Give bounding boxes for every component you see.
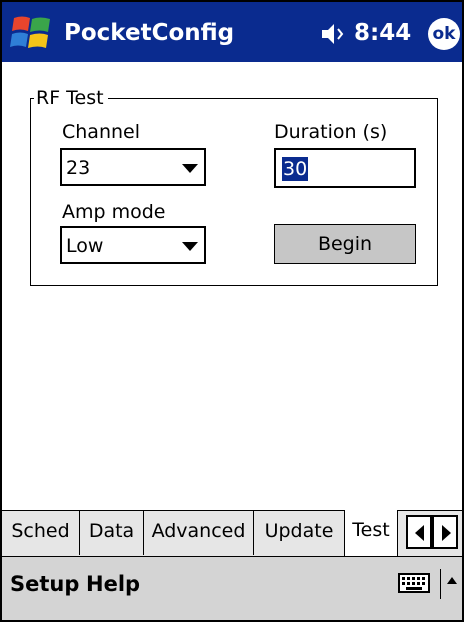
groupbox-title: RF Test [34,86,108,110]
tab-scroll-right-button[interactable] [432,515,458,549]
input-panel-toggle[interactable] [440,569,461,599]
clock-time[interactable]: 8:44 [354,20,411,46]
begin-button[interactable]: Begin [274,224,416,264]
tab-bar: Sched Data Advanced Update Test [0,510,464,556]
tab-scroll-left-button[interactable] [406,515,432,549]
duration-label: Duration (s) [274,121,388,143]
amp-mode-label: Amp mode [62,201,166,223]
speaker-icon[interactable] [320,22,346,46]
chevron-down-icon [182,164,198,173]
ok-button[interactable]: ok [428,18,460,50]
triangle-right-icon [442,525,451,541]
menu-help[interactable]: Help [86,569,140,599]
triangle-left-icon [415,525,424,541]
channel-value: 23 [66,157,91,179]
duration-input[interactable]: 30 [274,148,416,188]
tab-advanced[interactable]: Advanced [144,511,254,555]
menu-setup[interactable]: Setup [10,569,79,599]
chevron-down-icon [182,242,198,251]
channel-label: Channel [62,121,141,143]
title-bar: PocketConfig 8:44 ok [0,0,464,62]
windows-start-icon[interactable] [10,12,54,54]
amp-mode-dropdown[interactable]: Low [60,226,206,264]
tab-test[interactable]: Test [344,510,398,556]
amp-mode-value: Low [66,235,104,257]
tab-data[interactable]: Data [80,511,144,555]
app-title: PocketConfig [64,20,235,46]
triangle-up-icon [447,577,457,584]
duration-value: 30 [282,157,309,181]
menu-bar: Setup Help [0,556,464,622]
keyboard-icon[interactable] [398,571,430,595]
channel-dropdown[interactable]: 23 [60,148,206,186]
tab-sched[interactable]: Sched [2,511,80,555]
tab-update[interactable]: Update [254,511,344,555]
